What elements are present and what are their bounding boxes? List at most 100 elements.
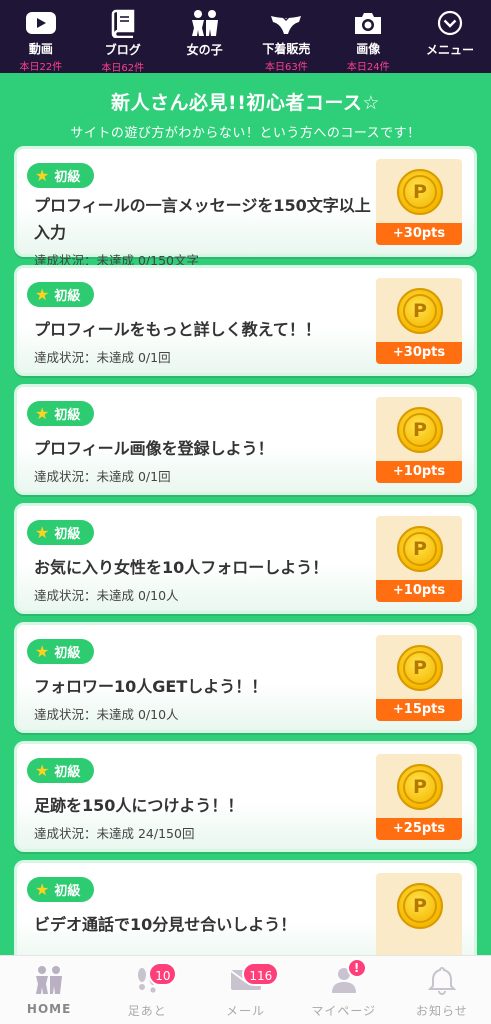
level-label: 初級: [54, 884, 81, 899]
reward-box: P +10pts: [376, 516, 462, 602]
level-label: 初級: [54, 170, 81, 185]
level-badge: ★ 初級: [27, 401, 95, 426]
video-icon: [24, 8, 58, 37]
task-status: 達成状況：未達成 0/1回: [34, 469, 171, 484]
bottom-nav-label: メール: [226, 1004, 266, 1018]
nav-count: 本日24件: [346, 62, 390, 73]
reward-points: +15pts: [376, 699, 462, 721]
bottom-nav-mail[interactable]: 116 メール: [196, 956, 294, 1024]
level-label: 初級: [54, 289, 81, 304]
nav-label: 女の子: [186, 43, 223, 57]
task-status: 達成状況：未達成 0/1回: [34, 350, 171, 365]
level-label: 初級: [54, 527, 81, 542]
nav-count: 本日22件: [19, 62, 63, 73]
nav-item-menu[interactable]: メニュー: [409, 0, 491, 73]
task-card[interactable]: ★ 初級 お気に入り女性を10人フォローしよう！ 達成状況：未達成 0/10人 P…: [14, 503, 477, 614]
chevron-down-circle-icon: [433, 8, 467, 38]
reward-points: +10pts: [376, 461, 462, 483]
bottom-nav-home[interactable]: HOME: [0, 956, 98, 1024]
reward-box: P +30pts: [376, 159, 462, 245]
camera-icon: [351, 8, 385, 37]
task-card[interactable]: ★ 初級 プロフィール画像を登録しよう！ 達成状況：未達成 0/1回 P +10p…: [14, 384, 477, 495]
mail-badge: 116: [242, 962, 280, 986]
nav-label: 下着販売: [262, 42, 311, 56]
bottom-nav-label: マイページ: [311, 1004, 377, 1018]
reward-points: +30pts: [376, 342, 462, 364]
bell-icon: [424, 964, 460, 996]
reward-points: +30pts: [376, 223, 462, 245]
page-subtitle: サイトの遊び方がわからない！という方へのコースです！: [70, 126, 421, 141]
nav-item-girls[interactable]: 女の子: [164, 0, 246, 73]
task-card[interactable]: ★ 初級 プロフィールの一言メッセージを150文字以上入力 達成状況：未達成 0/…: [14, 146, 477, 268]
nav-label: 動画: [28, 42, 53, 56]
point-coin-icon: P: [397, 883, 443, 929]
bottom-nav-notice[interactable]: お知らせ: [393, 956, 491, 1024]
level-badge: ★ 初級: [27, 282, 95, 307]
star-icon: ★: [35, 404, 50, 423]
nav-item-blog[interactable]: ブログ 本日62件: [82, 0, 164, 74]
footprints-badge: 10: [148, 962, 178, 986]
level-badge: ★ 初級: [27, 877, 95, 902]
home-icon: [31, 964, 67, 996]
page-title: 新人さん必見!!初心者コース☆: [111, 92, 380, 114]
bottom-nav-label: お知らせ: [416, 1004, 468, 1018]
star-icon: ★: [35, 523, 50, 542]
task-card[interactable]: ★ 初級 足跡を150人につけよう！！ 達成状況：未達成 24/150回 P +2…: [14, 741, 477, 852]
task-title: フォロワー10人GETしよう！！: [34, 677, 268, 696]
task-title: プロフィール画像を登録しよう！: [34, 439, 274, 458]
reward-box: P +30pts: [376, 278, 462, 364]
task-title: ビデオ通話で10分見せ合いしよう！: [34, 915, 297, 934]
point-coin-icon: P: [397, 169, 443, 215]
underwear-icon: [269, 8, 303, 37]
level-badge: ★ 初級: [27, 758, 95, 783]
reward-box: P: [376, 873, 462, 959]
task-list: ★ 初級 プロフィールの一言メッセージを150文字以上入力 達成状況：未達成 0/…: [14, 146, 477, 979]
level-badge: ★ 初級: [27, 163, 95, 188]
top-nav: 動画 本日22件 ブログ 本日62件 女の子 下着販売 本日63件 画像 本日2…: [0, 0, 491, 74]
task-status: 達成状況：未達成 24/150回: [34, 826, 195, 841]
bottom-nav-label: HOME: [26, 1002, 72, 1016]
point-coin-icon: P: [397, 526, 443, 572]
point-coin-icon: P: [397, 407, 443, 453]
star-icon: ★: [35, 285, 50, 304]
task-title: お気に入り女性を10人フォローしよう！: [34, 558, 329, 577]
reward-points: +10pts: [376, 580, 462, 602]
point-coin-icon: P: [397, 645, 443, 691]
bottom-nav-label: 足あと: [127, 1004, 167, 1018]
point-coin-icon: P: [397, 288, 443, 334]
reward-box: P +10pts: [376, 397, 462, 483]
nav-count: 本日63件: [265, 62, 308, 73]
nav-item-images[interactable]: 画像 本日24件: [327, 0, 409, 73]
level-label: 初級: [54, 408, 81, 423]
task-card[interactable]: ★ 初級 フォロワー10人GETしよう！！ 達成状況：未達成 0/10人 P +1…: [14, 622, 477, 733]
nav-item-underwear[interactable]: 下着販売 本日63件: [245, 0, 327, 73]
task-status: 達成状況：未達成 0/10人: [34, 588, 179, 603]
bottom-nav-footprints[interactable]: 10 足あと: [98, 956, 196, 1024]
task-title: プロフィールの一言メッセージを150文字以上入力: [34, 196, 371, 242]
point-coin-icon: P: [397, 764, 443, 810]
bottom-nav-mypage[interactable]: ! マイページ: [295, 956, 393, 1024]
bottom-nav: HOME 10 足あと 116 メール ! マイページ お知らせ: [0, 955, 491, 1024]
star-icon: ★: [35, 880, 50, 899]
task-status: 達成状況：未達成 0/10人: [34, 707, 179, 722]
level-badge: ★ 初級: [27, 520, 95, 545]
level-badge: ★ 初級: [27, 639, 95, 664]
task-title: プロフィールをもっと詳しく教えて！！: [34, 320, 321, 339]
level-label: 初級: [54, 646, 81, 661]
nav-label: ブログ: [104, 43, 141, 57]
star-icon: ★: [35, 761, 50, 780]
star-icon: ★: [35, 166, 50, 185]
task-card[interactable]: ★ 初級 プロフィールをもっと詳しく教えて！！ 達成状況：未達成 0/1回 P +…: [14, 265, 477, 376]
reward-box: P +25pts: [376, 754, 462, 840]
task-title: 足跡を150人につけよう！！: [34, 796, 244, 815]
girl-icon: [188, 8, 222, 38]
nav-item-video[interactable]: 動画 本日22件: [0, 0, 82, 73]
book-icon: [106, 8, 140, 38]
course-header: 新人さん必見!!初心者コース☆ サイトの遊び方がわからない！という方へのコースで…: [0, 73, 491, 145]
nav-label: メニュー: [426, 43, 475, 57]
level-label: 初級: [54, 765, 81, 780]
nav-label: 画像: [356, 42, 381, 56]
reward-box: P +15pts: [376, 635, 462, 721]
star-icon: ★: [35, 642, 50, 661]
nav-count: 本日62件: [101, 63, 145, 74]
